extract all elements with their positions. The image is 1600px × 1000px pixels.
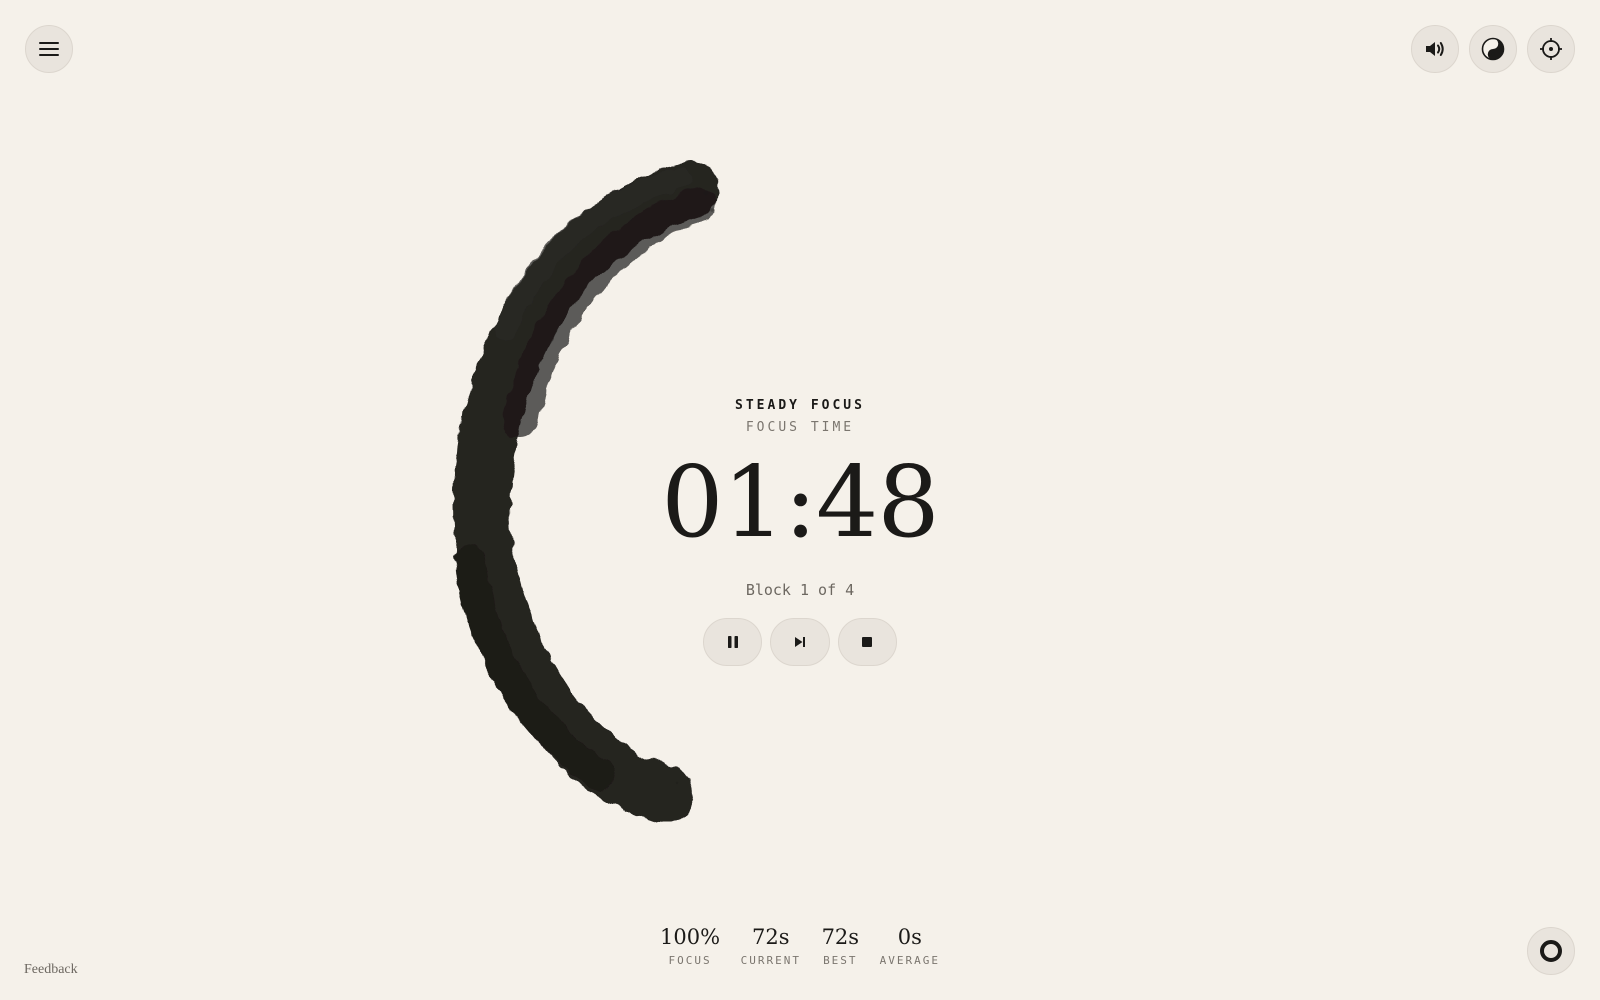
skip-button[interactable] (770, 618, 830, 666)
stat-label: FOCUS (668, 954, 712, 967)
stat-label: CURRENT (740, 954, 801, 967)
stat-current: 72s CURRENT (741, 924, 801, 967)
skip-forward-icon (794, 637, 805, 647)
block-counter: Block 1 of 4 (745, 581, 855, 599)
mode-subtitle: FOCUS TIME (745, 420, 855, 435)
circle-ring-icon (1540, 940, 1562, 962)
stat-value: 72s (821, 925, 860, 949)
hamburger-menu-icon (39, 42, 59, 56)
crosshair-icon (1540, 38, 1562, 60)
playback-controls (703, 618, 897, 666)
stat-label: BEST (823, 954, 858, 967)
sound-button[interactable] (1411, 25, 1459, 73)
stat-value: 0s (897, 925, 922, 949)
stat-focus: 100% FOCUS (660, 924, 720, 967)
pause-icon (727, 636, 738, 648)
theme-button[interactable] (1469, 25, 1517, 73)
stop-button[interactable] (837, 618, 897, 666)
stat-value: 100% (660, 925, 721, 949)
focus-timer-page: STEADY FOCUS FOCUS TIME 01:48 Block 1 of… (0, 0, 1600, 1000)
ring-button[interactable] (1527, 927, 1575, 975)
timer-display: 01:48 (661, 446, 939, 560)
focus-mode-button[interactable] (1527, 25, 1575, 73)
mode-title: STEADY FOCUS (735, 398, 865, 413)
feedback-link[interactable]: Feedback (24, 962, 78, 978)
pause-button[interactable] (703, 618, 763, 666)
stat-average: 0s AVERAGE (880, 924, 940, 967)
yin-yang-icon (1481, 37, 1505, 61)
session-stats: 100% FOCUS 72s CURRENT 72s BEST 0s AVERA… (660, 924, 940, 967)
stat-best: 72s BEST (822, 924, 860, 967)
stop-icon (862, 637, 873, 647)
speaker-icon (1426, 42, 1444, 56)
stat-value: 72s (752, 925, 790, 949)
menu-button[interactable] (25, 25, 73, 73)
stat-label: AVERAGE (879, 954, 940, 967)
